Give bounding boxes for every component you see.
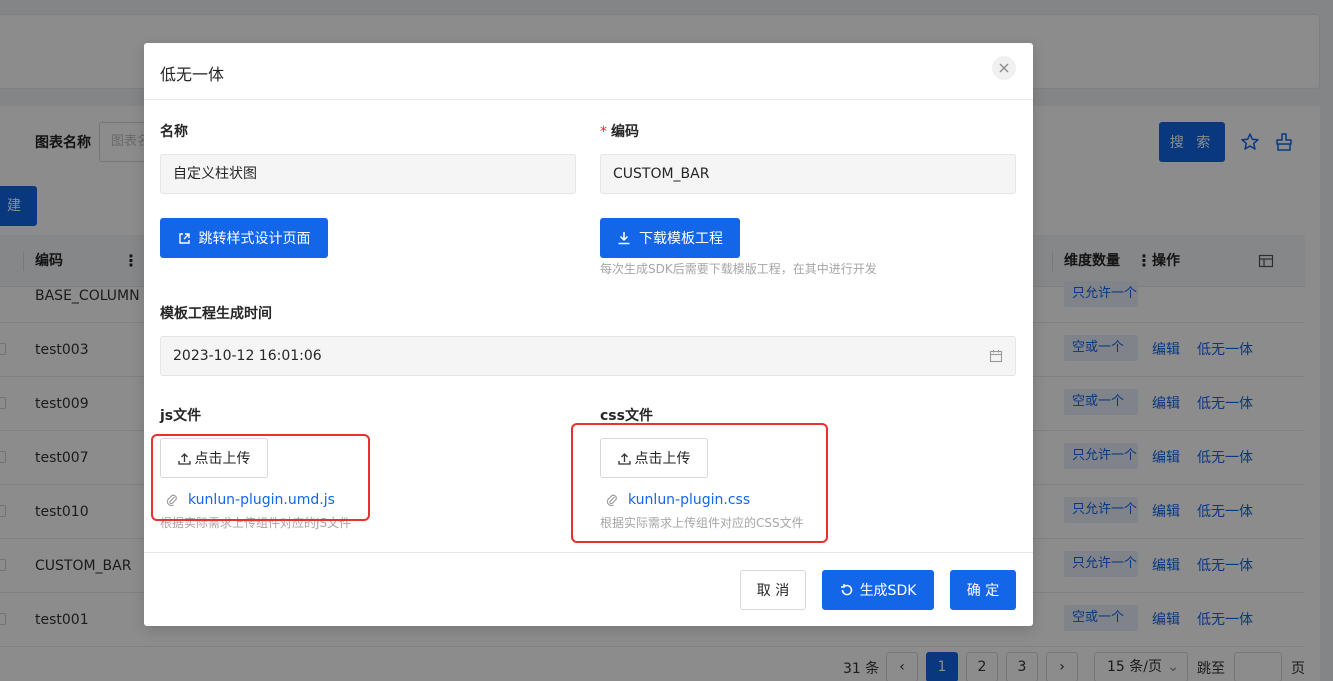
code-input[interactable]: CUSTOM_BAR: [600, 154, 1016, 194]
close-icon: [999, 63, 1009, 73]
annotation-box-css: [571, 423, 828, 543]
css-file-label: css文件: [600, 408, 653, 424]
code-label-text: 编码: [611, 124, 639, 140]
gen-time-value: 2023-10-12 16:01:06: [173, 348, 322, 364]
modal-footer: 取 消 生成SDK 确 定: [144, 552, 1033, 626]
name-input[interactable]: 自定义柱状图: [160, 154, 576, 194]
gen-time-input[interactable]: 2023-10-12 16:01:06: [160, 336, 1016, 376]
annotation-box-js: [151, 434, 370, 521]
jump-style-design-label: 跳转样式设计页面: [198, 231, 311, 247]
close-button[interactable]: [992, 56, 1016, 80]
gen-time-label: 模板工程生成时间: [160, 306, 272, 322]
name-label: 名称: [160, 124, 188, 140]
calendar-icon: [989, 350, 1003, 363]
modal-title: 低无一体: [160, 65, 225, 84]
external-link-icon: [178, 232, 190, 244]
download-hint: 每次生成SDK后需要下载模版工程，在其中进行开发: [600, 262, 877, 276]
download-template-button[interactable]: 下载模板工程: [600, 218, 740, 258]
cancel-button[interactable]: 取 消: [740, 570, 806, 610]
confirm-button[interactable]: 确 定: [950, 570, 1016, 610]
code-label: * 编码: [600, 121, 639, 141]
generate-sdk-label: 生成SDK: [859, 583, 917, 599]
js-file-label: js文件: [160, 408, 202, 424]
required-mark: *: [600, 124, 607, 140]
download-template-label: 下载模板工程: [639, 231, 723, 247]
modal-header: 低无一体: [144, 43, 1033, 100]
low-code-modal: 低无一体 名称 自定义柱状图 * 编码 CUSTOM_BAR 跳转样式设计页面 下…: [144, 43, 1033, 626]
refresh-icon: [840, 584, 852, 596]
generate-sdk-button[interactable]: 生成SDK: [822, 570, 934, 610]
download-icon: [618, 232, 630, 245]
jump-style-design-button[interactable]: 跳转样式设计页面: [160, 218, 328, 258]
